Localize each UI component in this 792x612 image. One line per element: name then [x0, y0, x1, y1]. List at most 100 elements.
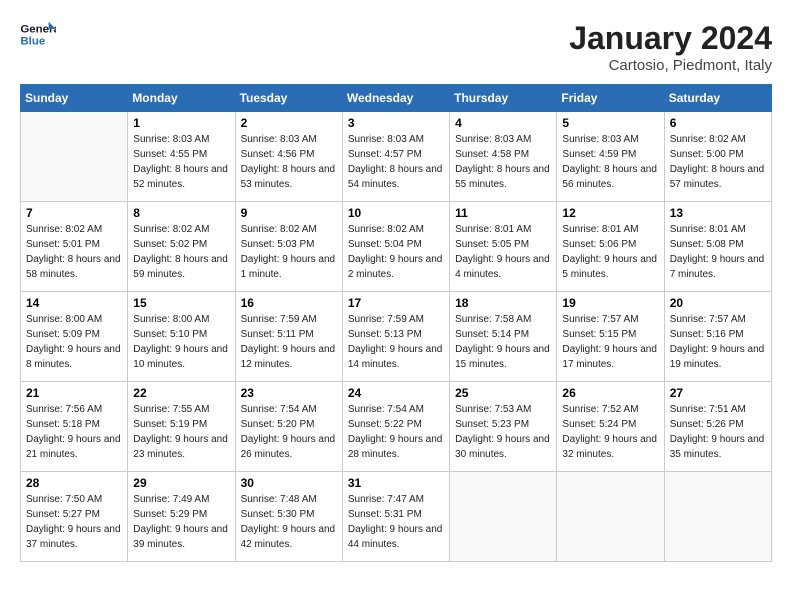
day-info: Sunrise: 7:49 AMSunset: 5:29 PMDaylight:… [133, 494, 228, 550]
day-number: 18 [455, 296, 551, 310]
weekday-header-row: SundayMondayTuesdayWednesdayThursdayFrid… [21, 85, 772, 112]
day-info: Sunrise: 7:47 AMSunset: 5:31 PMDaylight:… [348, 494, 443, 550]
weekday-header: Friday [557, 85, 664, 112]
day-info: Sunrise: 8:00 AMSunset: 5:09 PMDaylight:… [26, 314, 121, 370]
day-number: 20 [670, 296, 766, 310]
calendar-cell: 30 Sunrise: 7:48 AMSunset: 5:30 PMDaylig… [235, 472, 342, 562]
title-area: January 2024 Cartosio, Piedmont, Italy [569, 20, 772, 74]
calendar-cell: 27 Sunrise: 7:51 AMSunset: 5:26 PMDaylig… [664, 382, 771, 472]
day-number: 22 [133, 386, 229, 400]
day-number: 25 [455, 386, 551, 400]
page-header: General Blue January 2024 Cartosio, Pied… [20, 20, 772, 74]
day-info: Sunrise: 7:48 AMSunset: 5:30 PMDaylight:… [241, 494, 336, 550]
day-info: Sunrise: 7:53 AMSunset: 5:23 PMDaylight:… [455, 404, 550, 460]
day-info: Sunrise: 7:54 AMSunset: 5:20 PMDaylight:… [241, 404, 336, 460]
svg-text:Blue: Blue [20, 36, 45, 48]
day-info: Sunrise: 8:02 AMSunset: 5:02 PMDaylight:… [133, 224, 228, 280]
month-title: January 2024 [569, 20, 772, 57]
day-info: Sunrise: 7:57 AMSunset: 5:16 PMDaylight:… [670, 314, 765, 370]
day-number: 8 [133, 206, 229, 220]
day-number: 7 [26, 206, 122, 220]
calendar-week-row: 1 Sunrise: 8:03 AMSunset: 4:55 PMDayligh… [21, 112, 772, 202]
day-number: 17 [348, 296, 444, 310]
weekday-header: Thursday [450, 85, 557, 112]
day-number: 28 [26, 476, 122, 490]
day-number: 5 [562, 116, 658, 130]
day-number: 24 [348, 386, 444, 400]
calendar-cell: 15 Sunrise: 8:00 AMSunset: 5:10 PMDaylig… [128, 292, 235, 382]
day-info: Sunrise: 7:58 AMSunset: 5:14 PMDaylight:… [455, 314, 550, 370]
calendar-cell: 28 Sunrise: 7:50 AMSunset: 5:27 PMDaylig… [21, 472, 128, 562]
calendar-cell: 9 Sunrise: 8:02 AMSunset: 5:03 PMDayligh… [235, 202, 342, 292]
day-info: Sunrise: 7:54 AMSunset: 5:22 PMDaylight:… [348, 404, 443, 460]
day-number: 21 [26, 386, 122, 400]
calendar-cell: 20 Sunrise: 7:57 AMSunset: 5:16 PMDaylig… [664, 292, 771, 382]
calendar-cell: 11 Sunrise: 8:01 AMSunset: 5:05 PMDaylig… [450, 202, 557, 292]
calendar-cell: 4 Sunrise: 8:03 AMSunset: 4:58 PMDayligh… [450, 112, 557, 202]
calendar-cell [664, 472, 771, 562]
calendar-cell: 2 Sunrise: 8:03 AMSunset: 4:56 PMDayligh… [235, 112, 342, 202]
calendar-cell: 8 Sunrise: 8:02 AMSunset: 5:02 PMDayligh… [128, 202, 235, 292]
day-info: Sunrise: 8:02 AMSunset: 5:00 PMDaylight:… [670, 134, 765, 190]
calendar-cell: 22 Sunrise: 7:55 AMSunset: 5:19 PMDaylig… [128, 382, 235, 472]
calendar-week-row: 28 Sunrise: 7:50 AMSunset: 5:27 PMDaylig… [21, 472, 772, 562]
day-number: 23 [241, 386, 337, 400]
day-info: Sunrise: 8:02 AMSunset: 5:01 PMDaylight:… [26, 224, 121, 280]
day-info: Sunrise: 8:01 AMSunset: 5:05 PMDaylight:… [455, 224, 550, 280]
calendar-cell: 24 Sunrise: 7:54 AMSunset: 5:22 PMDaylig… [342, 382, 449, 472]
weekday-header: Sunday [21, 85, 128, 112]
calendar-cell: 19 Sunrise: 7:57 AMSunset: 5:15 PMDaylig… [557, 292, 664, 382]
day-info: Sunrise: 8:01 AMSunset: 5:06 PMDaylight:… [562, 224, 657, 280]
day-info: Sunrise: 8:03 AMSunset: 4:56 PMDaylight:… [241, 134, 336, 190]
day-number: 14 [26, 296, 122, 310]
day-number: 2 [241, 116, 337, 130]
day-info: Sunrise: 8:00 AMSunset: 5:10 PMDaylight:… [133, 314, 228, 370]
day-number: 9 [241, 206, 337, 220]
calendar-cell: 21 Sunrise: 7:56 AMSunset: 5:18 PMDaylig… [21, 382, 128, 472]
day-number: 15 [133, 296, 229, 310]
day-info: Sunrise: 7:59 AMSunset: 5:11 PMDaylight:… [241, 314, 336, 370]
calendar-cell: 10 Sunrise: 8:02 AMSunset: 5:04 PMDaylig… [342, 202, 449, 292]
day-number: 26 [562, 386, 658, 400]
day-number: 11 [455, 206, 551, 220]
day-info: Sunrise: 7:51 AMSunset: 5:26 PMDaylight:… [670, 404, 765, 460]
day-number: 31 [348, 476, 444, 490]
calendar-cell: 23 Sunrise: 7:54 AMSunset: 5:20 PMDaylig… [235, 382, 342, 472]
location-subtitle: Cartosio, Piedmont, Italy [569, 57, 772, 74]
calendar-cell: 17 Sunrise: 7:59 AMSunset: 5:13 PMDaylig… [342, 292, 449, 382]
calendar-week-row: 7 Sunrise: 8:02 AMSunset: 5:01 PMDayligh… [21, 202, 772, 292]
calendar-cell: 6 Sunrise: 8:02 AMSunset: 5:00 PMDayligh… [664, 112, 771, 202]
day-info: Sunrise: 7:55 AMSunset: 5:19 PMDaylight:… [133, 404, 228, 460]
calendar-cell: 5 Sunrise: 8:03 AMSunset: 4:59 PMDayligh… [557, 112, 664, 202]
day-number: 3 [348, 116, 444, 130]
day-number: 12 [562, 206, 658, 220]
day-info: Sunrise: 7:50 AMSunset: 5:27 PMDaylight:… [26, 494, 121, 550]
day-info: Sunrise: 7:59 AMSunset: 5:13 PMDaylight:… [348, 314, 443, 370]
calendar-cell: 13 Sunrise: 8:01 AMSunset: 5:08 PMDaylig… [664, 202, 771, 292]
day-number: 19 [562, 296, 658, 310]
day-number: 10 [348, 206, 444, 220]
day-number: 13 [670, 206, 766, 220]
day-info: Sunrise: 8:03 AMSunset: 4:57 PMDaylight:… [348, 134, 443, 190]
calendar-cell: 1 Sunrise: 8:03 AMSunset: 4:55 PMDayligh… [128, 112, 235, 202]
day-info: Sunrise: 7:57 AMSunset: 5:15 PMDaylight:… [562, 314, 657, 370]
day-number: 29 [133, 476, 229, 490]
day-info: Sunrise: 8:03 AMSunset: 4:58 PMDaylight:… [455, 134, 550, 190]
calendar-cell: 14 Sunrise: 8:00 AMSunset: 5:09 PMDaylig… [21, 292, 128, 382]
weekday-header: Saturday [664, 85, 771, 112]
calendar-cell: 25 Sunrise: 7:53 AMSunset: 5:23 PMDaylig… [450, 382, 557, 472]
logo: General Blue [20, 20, 56, 50]
day-number: 6 [670, 116, 766, 130]
calendar-cell [450, 472, 557, 562]
day-info: Sunrise: 8:02 AMSunset: 5:03 PMDaylight:… [241, 224, 336, 280]
calendar-week-row: 21 Sunrise: 7:56 AMSunset: 5:18 PMDaylig… [21, 382, 772, 472]
day-number: 27 [670, 386, 766, 400]
calendar-cell: 3 Sunrise: 8:03 AMSunset: 4:57 PMDayligh… [342, 112, 449, 202]
calendar-cell: 26 Sunrise: 7:52 AMSunset: 5:24 PMDaylig… [557, 382, 664, 472]
day-info: Sunrise: 8:03 AMSunset: 4:59 PMDaylight:… [562, 134, 657, 190]
calendar-table: SundayMondayTuesdayWednesdayThursdayFrid… [20, 84, 772, 562]
day-number: 16 [241, 296, 337, 310]
day-number: 30 [241, 476, 337, 490]
day-info: Sunrise: 7:52 AMSunset: 5:24 PMDaylight:… [562, 404, 657, 460]
weekday-header: Wednesday [342, 85, 449, 112]
